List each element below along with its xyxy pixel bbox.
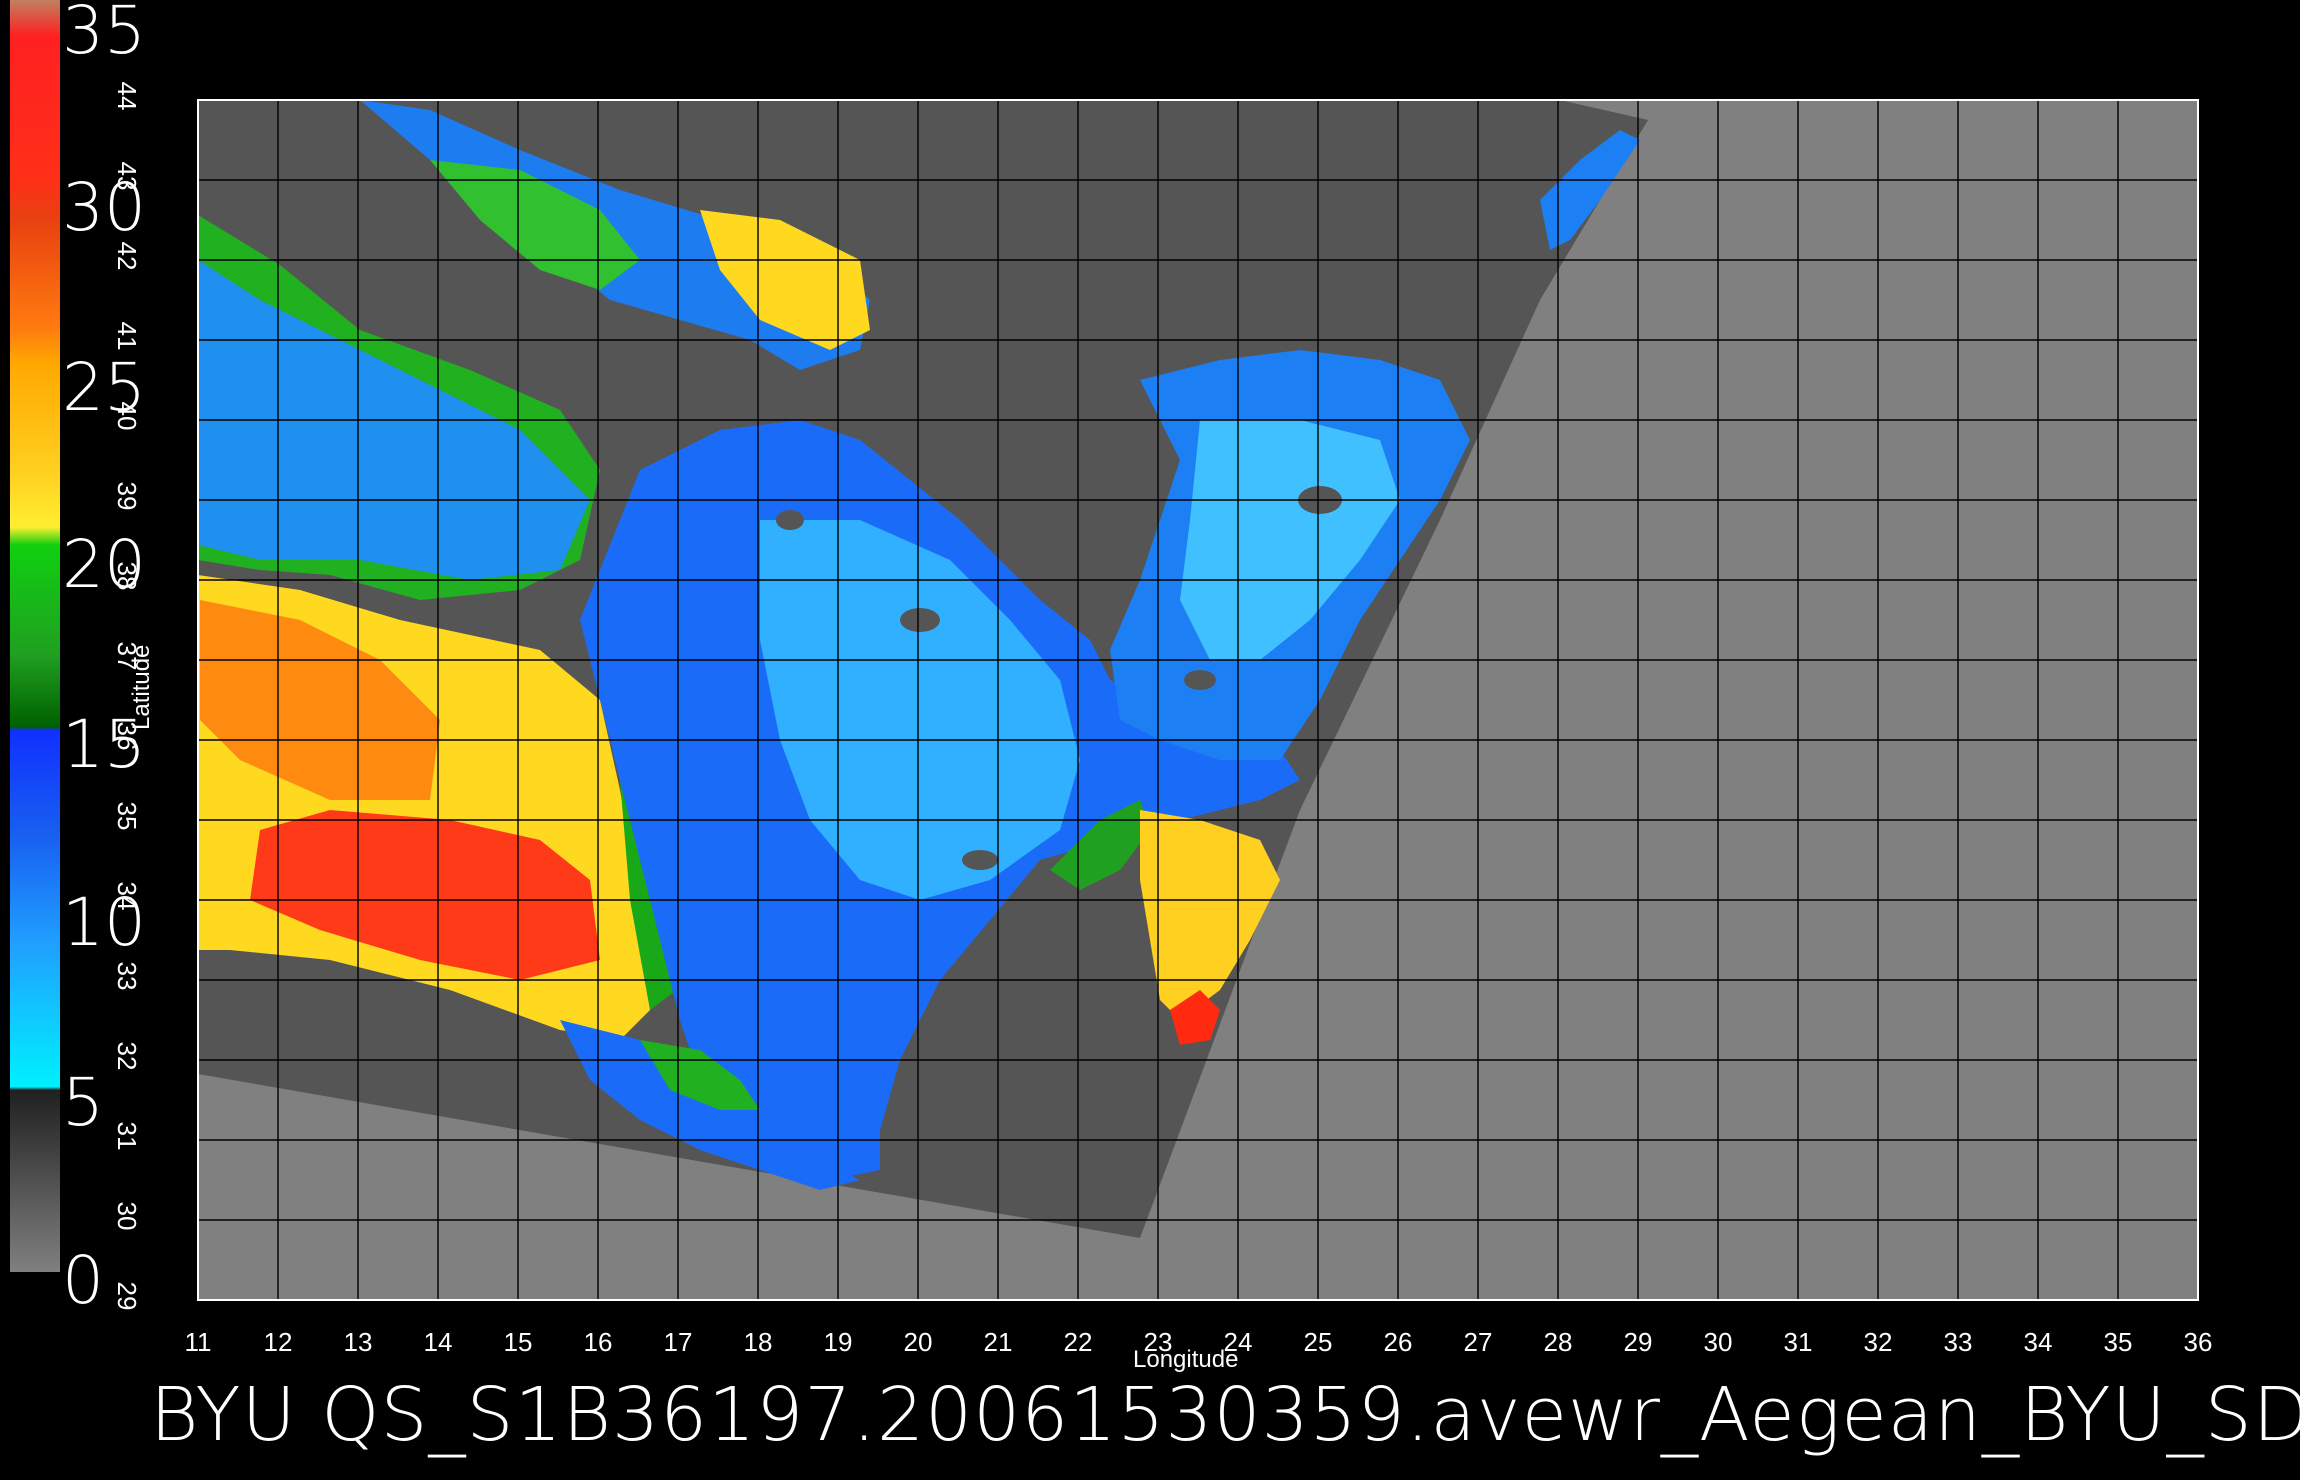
x-tick-label: 29 [1623, 1327, 1653, 1357]
map-title: BYU QS_S1B36197.20061530359.avewr_Aegean… [150, 1372, 2300, 1458]
x-tick-label: 31 [1783, 1327, 1813, 1357]
x-tick-label: 30 [1703, 1327, 1733, 1357]
wind-map [184, 70, 2228, 1314]
y-tick-label: 33 [112, 961, 142, 991]
x-tick-label: 22 [1063, 1327, 1093, 1357]
x-tick-label: 12 [263, 1327, 293, 1357]
x-tick-label: 15 [503, 1327, 533, 1357]
y-tick-label: 30 [112, 1201, 142, 1231]
x-tick-label: 21 [983, 1327, 1013, 1357]
y-tick-label: 41 [112, 321, 142, 351]
x-tick-label: 26 [1383, 1327, 1413, 1357]
y-tick-label: 44 [112, 81, 142, 111]
x-axis-label: Longitude [1133, 1346, 1239, 1373]
x-tick-label: 18 [743, 1327, 773, 1357]
x-tick-label: 17 [663, 1327, 693, 1357]
y-axis-label: Latitude [128, 644, 155, 730]
y-tick-label: 35 [112, 801, 142, 831]
y-tick-label: 31 [112, 1121, 142, 1151]
y-tick-label: 40 [112, 401, 142, 431]
x-tick-label: 28 [1543, 1327, 1573, 1357]
x-tick-label: 13 [343, 1327, 373, 1357]
x-tick-label: 36 [2183, 1327, 2213, 1357]
y-tick-label: 42 [112, 241, 142, 271]
y-tick-label: 43 [112, 161, 142, 191]
y-tick-label: 38 [112, 561, 142, 591]
y-tick-label: 32 [112, 1041, 142, 1071]
x-tick-label: 14 [423, 1327, 453, 1357]
x-tick-label: 20 [903, 1327, 933, 1357]
x-tick-label: 35 [2103, 1327, 2133, 1357]
x-tick-label: 16 [583, 1327, 613, 1357]
y-tick-label: 29 [112, 1281, 142, 1311]
y-tick-label: 34 [112, 881, 142, 911]
x-tick-label: 11 [184, 1327, 212, 1357]
x-tick-label: 25 [1303, 1327, 1333, 1357]
x-tick-label: 33 [1943, 1327, 1973, 1357]
x-tick-label: 19 [823, 1327, 853, 1357]
x-tick-label: 34 [2023, 1327, 2053, 1357]
x-tick-label: 32 [1863, 1327, 1893, 1357]
y-tick-label: 39 [112, 481, 142, 511]
x-tick-label: 27 [1463, 1327, 1493, 1357]
